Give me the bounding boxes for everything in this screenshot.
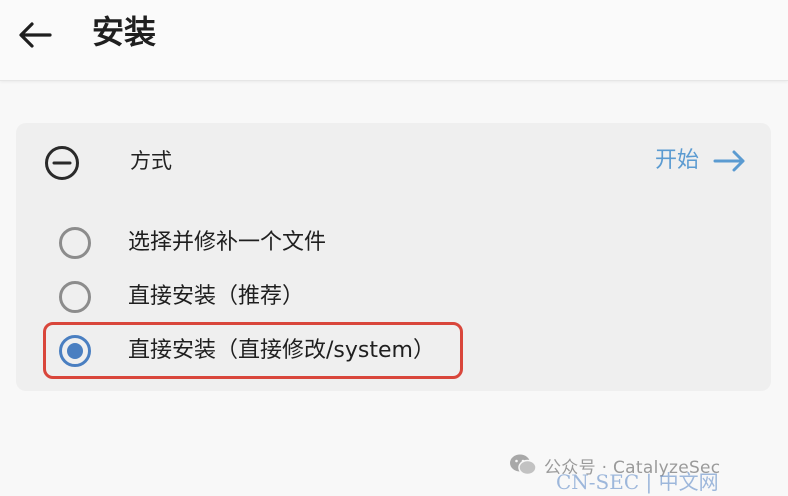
site-watermark: CN-SEC | 中文网 (556, 470, 719, 494)
option-label: 直接安装（推荐） (128, 284, 305, 309)
card-header: 方式 开始 (16, 123, 771, 203)
start-label: 开始 (654, 148, 699, 173)
section-label: 方式 (130, 149, 172, 173)
start-button[interactable]: 开始 (655, 143, 747, 179)
back-button[interactable] (14, 15, 58, 55)
page-title: 安装 (92, 13, 157, 51)
minus-circle-icon (45, 146, 79, 180)
highlight-annotation (43, 322, 463, 379)
radio-button[interactable] (59, 281, 91, 313)
radio-button[interactable] (59, 227, 91, 259)
arrow-left-icon (19, 22, 52, 48)
arrow-right-icon (713, 150, 745, 172)
option-label: 选择并修补一个文件 (128, 230, 327, 255)
collapse-button[interactable] (44, 145, 80, 181)
option-patch-file[interactable]: 选择并修补一个文件 (16, 218, 771, 268)
app-bar: 安装 (0, 0, 788, 81)
option-direct-install-recommended[interactable]: 直接安装（推荐） (16, 272, 771, 322)
wechat-icon (510, 454, 537, 476)
